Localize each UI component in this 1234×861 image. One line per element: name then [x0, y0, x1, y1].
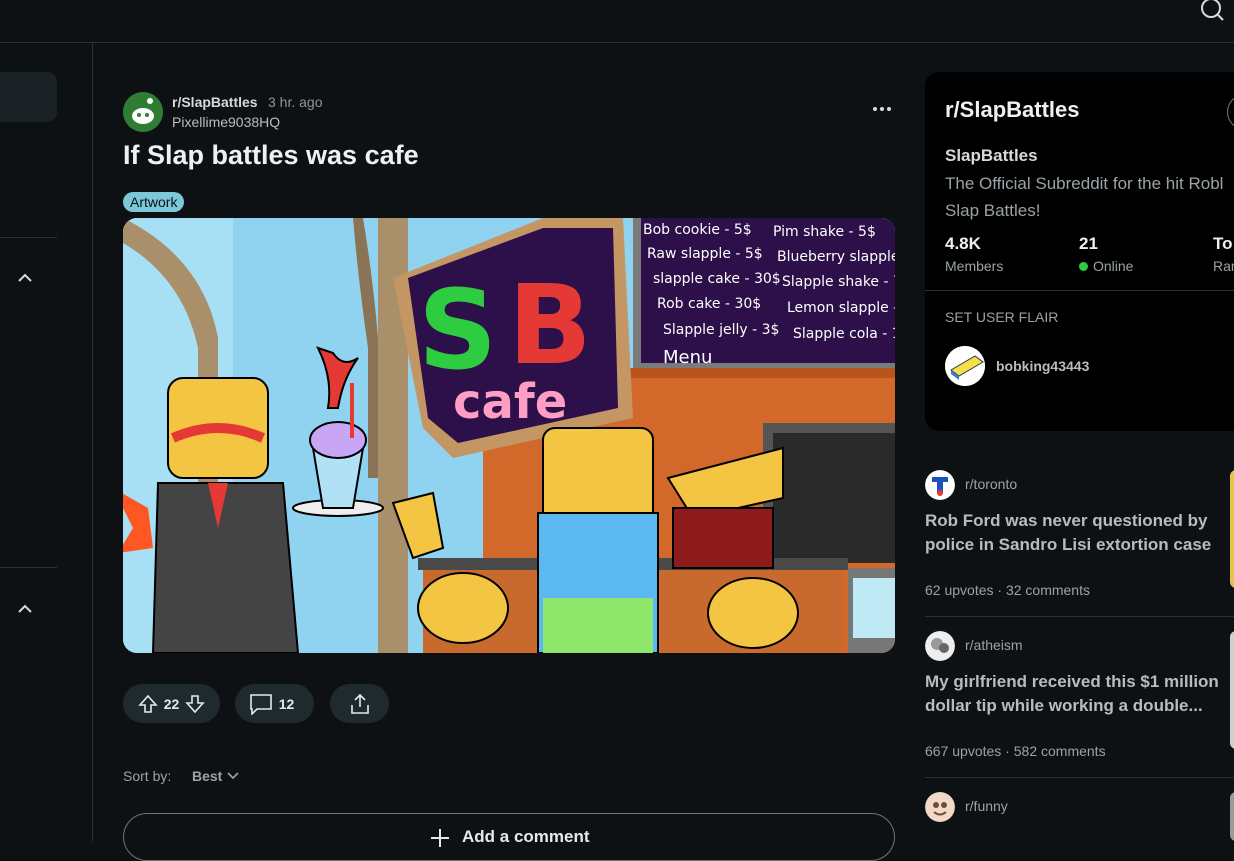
- funny-icon: [925, 792, 955, 822]
- menu-item: Pim shake - 5$: [773, 224, 876, 240]
- recommended-thumbnail[interactable]: [1230, 470, 1234, 588]
- downvote-icon[interactable]: [185, 694, 206, 714]
- recommended-post[interactable]: r/funny: [925, 792, 1234, 841]
- stat-members: 4.8K Members: [945, 234, 1003, 274]
- community-sidebar: r/SlapBattles SlapBattles The Official S…: [925, 72, 1234, 431]
- more-options-icon[interactable]: [869, 96, 895, 122]
- comment-icon: [249, 693, 272, 715]
- nav-divider: [0, 567, 57, 568]
- subreddit-link[interactable]: r/SlapBattles: [172, 94, 258, 110]
- stat-online: 21 Online: [1079, 234, 1133, 274]
- upvote-count: 667 upvotes: [925, 743, 1002, 759]
- nav-selected-item[interactable]: [0, 72, 57, 122]
- nav-divider: [0, 237, 57, 238]
- chevron-up-icon[interactable]: [16, 600, 34, 618]
- community-title[interactable]: r/SlapBattles: [945, 97, 1080, 123]
- post-image[interactable]: S B cafe Bob cookie - 5$ Raw slapple - 5…: [123, 218, 895, 653]
- cafe-illustration: S B cafe Bob cookie - 5$ Raw slapple - 5…: [123, 218, 895, 653]
- comments-button[interactable]: 12: [235, 684, 314, 723]
- left-nav: [0, 43, 93, 841]
- recommended-meta: 62 upvotes · 32 comments: [925, 582, 1090, 598]
- comment-count: 32 comments: [1005, 582, 1090, 598]
- sidebar-divider: [925, 290, 1234, 291]
- stat-label: Online: [1093, 258, 1134, 274]
- vote-bar: 22: [123, 684, 220, 723]
- logo-b-text: B: [508, 261, 592, 389]
- author-link[interactable]: Pixellime9038HQ: [172, 114, 280, 130]
- recommended-divider: [925, 777, 1234, 778]
- upvote-count: 62 upvotes: [925, 582, 994, 598]
- sort-label: Sort by:: [123, 768, 172, 784]
- recommended-thumbnail[interactable]: [1230, 631, 1234, 749]
- subreddit-avatar[interactable]: [123, 92, 163, 132]
- stat-label: Ran: [1213, 258, 1234, 274]
- sort-value: Best: [192, 768, 223, 784]
- menu-item: slapple cake - 30$: [653, 271, 781, 287]
- menu-item: Blueberry slapple -: [777, 249, 895, 265]
- flair-avatar-icon: [945, 346, 985, 386]
- post-header: r/SlapBattles 3 hr. ago Pixellime9038HQ: [123, 90, 895, 134]
- recommended-title[interactable]: My girlfriend received this $1 million d…: [925, 670, 1225, 718]
- menu-label: Menu: [663, 347, 712, 368]
- post-time: 3 hr. ago: [268, 94, 323, 110]
- user-flair-heading: SET USER FLAIR: [945, 309, 1059, 325]
- join-button[interactable]: [1227, 94, 1234, 130]
- recommended-thumbnail[interactable]: [1230, 792, 1234, 841]
- online-dot-icon: [1079, 262, 1088, 271]
- user-flair-avatar: [945, 346, 985, 386]
- logo-cafe-text: cafe: [453, 374, 567, 430]
- description-line: The Official Subreddit for the hit Robl: [945, 174, 1224, 193]
- recommended-title[interactable]: Rob Ford was never questioned by police …: [925, 509, 1225, 557]
- recommended-divider: [925, 616, 1234, 617]
- plus-icon: [431, 829, 449, 847]
- top-bar: [0, 0, 1234, 43]
- menu-item: Rob cake - 30$: [657, 296, 761, 312]
- add-comment-label: Add a comment: [462, 827, 590, 846]
- atheism-icon: [925, 631, 955, 661]
- share-icon: [350, 693, 369, 714]
- search-icon[interactable]: [1198, 0, 1226, 22]
- vote-count: 22: [163, 695, 180, 712]
- post-title[interactable]: If Slap battles was cafe: [123, 140, 419, 171]
- recommended-post[interactable]: r/atheism My girlfriend received this $1…: [925, 631, 1234, 761]
- snoo-icon: [123, 92, 163, 132]
- recommended-subreddit[interactable]: r/atheism: [965, 637, 1023, 653]
- chevron-up-icon[interactable]: [16, 269, 34, 287]
- post: r/SlapBattles 3 hr. ago Pixellime9038HQ …: [123, 90, 895, 861]
- toronto-icon: [925, 470, 955, 500]
- stat-value: To: [1213, 234, 1233, 253]
- menu-item: Slapple cola - 1: [793, 326, 895, 342]
- menu-item: Slapple jelly - 3$: [663, 322, 779, 338]
- stat-rank: To Ran: [1213, 234, 1234, 274]
- recommended-meta: 667 upvotes · 582 comments: [925, 743, 1106, 759]
- sort-row: Sort by: Best: [123, 768, 239, 784]
- menu-item: Slapple shake - 7: [782, 274, 895, 290]
- subreddit-avatar: [925, 470, 955, 500]
- subreddit-avatar: [925, 631, 955, 661]
- community-description: The Official Subreddit for the hit Robl …: [945, 170, 1234, 224]
- stat-value: 21: [1079, 234, 1098, 253]
- recommended-subreddit[interactable]: r/funny: [965, 798, 1008, 814]
- menu-item: Lemon slapple -: [787, 300, 895, 316]
- add-comment-button[interactable]: Add a comment: [123, 813, 895, 861]
- stat-label-wrap: Online: [1079, 258, 1133, 274]
- stat-value: 4.8K: [945, 234, 981, 253]
- recommended-subreddit[interactable]: r/toronto: [965, 476, 1017, 492]
- user-flair-name: bobking43443: [996, 358, 1090, 374]
- menu-item: Raw slapple - 5$: [647, 246, 763, 262]
- community-name: SlapBattles: [945, 146, 1038, 165]
- sort-dropdown[interactable]: Best: [192, 768, 240, 784]
- post-flair[interactable]: Artwork: [123, 192, 185, 212]
- comment-count: 582 comments: [1013, 743, 1106, 759]
- menu-item: Bob cookie - 5$: [643, 222, 752, 238]
- recommended-post[interactable]: r/toronto Rob Ford was never questioned …: [925, 470, 1234, 600]
- subreddit-avatar: [925, 792, 955, 822]
- share-button[interactable]: [330, 684, 389, 723]
- description-line: Slap Battles!: [945, 201, 1041, 220]
- chevron-down-icon: [227, 772, 239, 780]
- upvote-icon[interactable]: [137, 694, 158, 714]
- stat-label: Members: [945, 258, 1004, 274]
- comment-count: 12: [278, 695, 295, 712]
